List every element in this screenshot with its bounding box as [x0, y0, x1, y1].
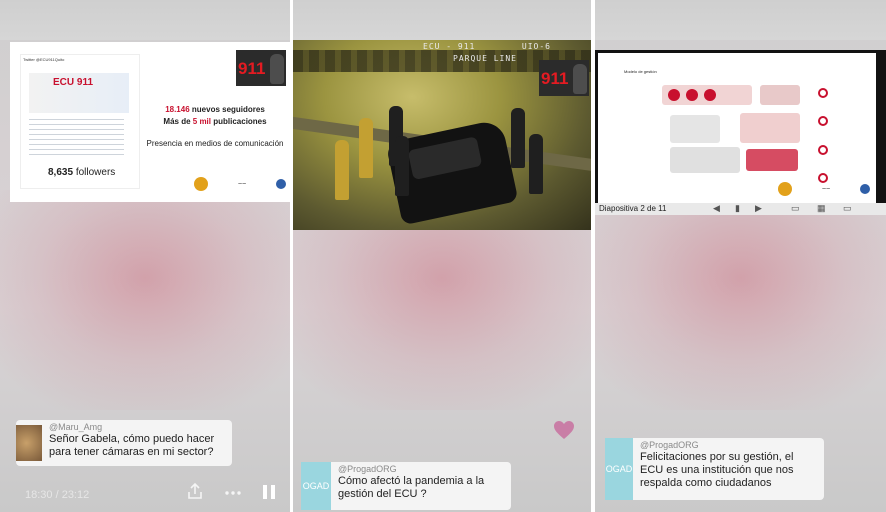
channel-badge-text: 911 — [238, 59, 266, 78]
top-bar — [293, 0, 591, 40]
video-panel-2[interactable]: ECU - 911 UIO-6 PARQUE LINE 911 OGAD @Pr… — [293, 0, 591, 512]
person-figure — [511, 108, 525, 168]
sponsor-logos: ~~ — [778, 181, 870, 197]
camera-label: ECU - 911 — [423, 42, 476, 51]
presentation-viewer[interactable]: Modelo de gestión ~~ Diapositiva 2 de 11… — [595, 50, 886, 215]
sun-logo-icon — [194, 177, 208, 191]
person-figure — [359, 118, 373, 178]
channel-badge: 911 — [236, 50, 286, 86]
diagram-block — [740, 113, 800, 143]
comment-text: Felicitaciones por su gestión, el ECU es… — [640, 451, 794, 489]
diagram-block — [760, 85, 800, 105]
twitter-card-header: Twitter @ECU911Quito — [23, 57, 65, 62]
diagram-block — [746, 149, 798, 171]
followers-label: followers — [75, 167, 116, 178]
stat-label: publicaciones — [213, 117, 267, 126]
reading-view-icon[interactable]: ▭ — [843, 203, 852, 214]
management-diagram — [660, 83, 820, 178]
slide-stats: 18.146 nuevos seguidores Más de 5 mil pu… — [140, 104, 290, 150]
channel-badge-text: 911 — [541, 69, 569, 88]
stat-prefix: Más de — [163, 117, 191, 126]
video-panel-3[interactable]: Modelo de gestión ~~ Diapositiva 2 de 11… — [595, 0, 886, 512]
slide-counter: Diapositiva 2 de 11 — [599, 204, 667, 213]
user-icon — [818, 144, 828, 155]
presenter-thumbnail — [270, 54, 284, 84]
comment-bubble: OGAD @ProgadORG Felicitaciones por su ge… — [605, 438, 824, 500]
stat-new-followers: 18.146 nuevos seguidores — [140, 104, 290, 116]
next-slide-icon[interactable]: ▶ — [755, 203, 762, 214]
playback-time: 18:30 / 23:12 — [25, 489, 90, 501]
shield-logo-icon — [860, 184, 870, 194]
logo-mark: ~~ — [821, 185, 831, 193]
comment-body: @ProgadORG Cómo afectó la pandemia a la … — [331, 462, 511, 510]
heart-icon[interactable] — [553, 420, 575, 440]
person-figure — [395, 136, 409, 196]
comment-bubble: @Maru_Amg Señor Gabela, cómo puedo hacer… — [16, 420, 232, 466]
followers-number: 8,635 — [48, 167, 74, 178]
presentation-slide: Modelo de gestión ~~ — [598, 53, 876, 203]
stat-label: nuevos seguidores — [191, 105, 265, 114]
top-bar — [0, 0, 290, 40]
presenter-thumbnail — [573, 64, 587, 94]
user-avatar — [16, 425, 42, 461]
grid-view-icon[interactable]: ▦ — [817, 203, 826, 214]
surveillance-video[interactable]: ECU - 911 UIO-6 PARQUE LINE 911 — [293, 40, 591, 230]
profile-text-lines — [29, 119, 124, 159]
share-icon[interactable] — [186, 482, 204, 505]
more-icon[interactable] — [224, 482, 242, 505]
sun-logo-icon — [778, 182, 792, 196]
slide-title: Modelo de gestión — [624, 69, 657, 74]
pause-icon[interactable] — [260, 482, 278, 505]
comment-body: @ProgadORG Felicitaciones por su gestión… — [633, 438, 824, 500]
person-figure — [335, 140, 349, 200]
comment-username: @Maru_Amg — [49, 422, 103, 432]
video-panel-1[interactable]: Twitter @ECU911Quito ECU 911 8,635 follo… — [0, 0, 290, 512]
channel-badge: 911 — [539, 60, 589, 96]
diagram-icon — [686, 89, 698, 101]
ecu911-logo: ECU 911 — [53, 77, 94, 88]
camera-overlay-text: ECU - 911 UIO-6 — [423, 42, 551, 51]
phone-icon — [818, 88, 828, 98]
comment-text: Cómo afectó la pandemia a la gestión del… — [338, 475, 485, 500]
side-icon-column — [818, 88, 832, 183]
presentation-slide: Twitter @ECU911Quito ECU 911 8,635 follo… — [10, 42, 290, 202]
comment-username: @ProgadORG — [640, 440, 699, 450]
comment-body: @Maru_Amg Señor Gabela, cómo puedo hacer… — [42, 420, 232, 466]
stat-number: 5 mil — [192, 117, 211, 126]
camera-location-text: PARQUE LINE — [453, 54, 517, 63]
stat-publications: Más de 5 mil publicaciones — [140, 116, 290, 128]
diagram-icon — [704, 89, 716, 101]
diagram-block — [670, 147, 740, 173]
comment-bubble: OGAD @ProgadORG Cómo afectó la pandemia … — [301, 462, 511, 510]
presentation-status-bar: Diapositiva 2 de 11 ◀ ▮ ▶ ▭ ▦ ▭ — [595, 203, 886, 215]
normal-view-icon[interactable]: ▭ — [791, 203, 800, 214]
slide-sorter-icon[interactable]: ▮ — [735, 203, 740, 214]
followers-count: 8,635 followers — [48, 167, 115, 178]
diagram-block — [670, 115, 720, 143]
stat-number: 18.146 — [165, 105, 190, 114]
person-figure — [529, 134, 543, 194]
user-avatar: OGAD — [605, 438, 633, 500]
logo-mark: ~~ — [237, 180, 247, 188]
user-avatar: OGAD — [301, 462, 331, 510]
diagram-icon — [668, 89, 680, 101]
top-bar — [595, 0, 886, 40]
stat-media-presence: Presencia en medios de comunicación — [146, 139, 284, 148]
comment-text: Señor Gabela, cómo puedo hacer para tene… — [49, 433, 215, 458]
shield-logo-icon — [276, 179, 286, 189]
alert-icon — [818, 116, 828, 127]
previous-slide-icon[interactable]: ◀ — [713, 203, 720, 214]
camera-id: UIO-6 — [521, 42, 551, 51]
comment-username: @ProgadORG — [338, 464, 397, 474]
sponsor-logos: ~~ — [194, 176, 286, 192]
